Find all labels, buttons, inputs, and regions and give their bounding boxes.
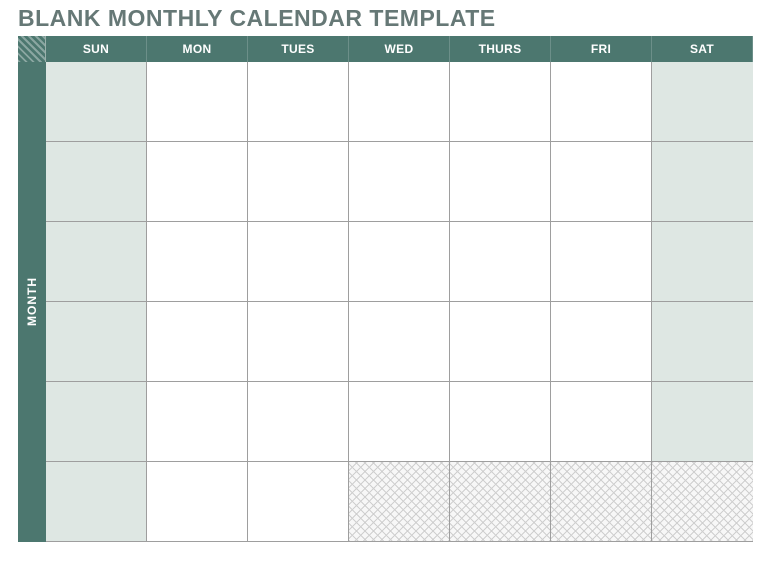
- calendar-cell: [147, 62, 248, 142]
- calendar-cell: [450, 302, 551, 382]
- calendar-cell: [551, 462, 652, 542]
- calendar-cell: [248, 462, 349, 542]
- calendar-cell: [551, 222, 652, 302]
- day-header-thurs: THURS: [450, 36, 551, 62]
- day-header-mon: MON: [147, 36, 248, 62]
- calendar-cell: [248, 62, 349, 142]
- calendar-cell: [450, 462, 551, 542]
- calendar-cell: [450, 142, 551, 222]
- corner-cell: [18, 36, 46, 62]
- calendar-cell: [551, 62, 652, 142]
- day-header-wed: WED: [349, 36, 450, 62]
- day-header-sun: SUN: [46, 36, 147, 62]
- calendar-cell: [652, 382, 753, 462]
- calendar-cell: [349, 302, 450, 382]
- calendar-template: BLANK MONTHLY CALENDAR TEMPLATE SUNMONTU…: [0, 0, 772, 554]
- calendar-cell: [551, 382, 652, 462]
- calendar-cell: [652, 302, 753, 382]
- calendar-cell: [46, 62, 147, 142]
- calendar-cell: [450, 382, 551, 462]
- day-header-fri: FRI: [551, 36, 652, 62]
- calendar-cell: [652, 142, 753, 222]
- day-header-tues: TUES: [248, 36, 349, 62]
- calendar-cell: [349, 62, 450, 142]
- calendar-cell: [652, 462, 753, 542]
- calendar-cell: [46, 222, 147, 302]
- calendar-cell: [248, 382, 349, 462]
- calendar-cell: [147, 382, 248, 462]
- month-label: MONTH: [18, 62, 46, 542]
- day-header-sat: SAT: [652, 36, 753, 62]
- calendar-cell: [46, 462, 147, 542]
- calendar-cell: [652, 222, 753, 302]
- calendar-cell: [551, 142, 652, 222]
- calendar-cell: [349, 382, 450, 462]
- calendar-cell: [349, 222, 450, 302]
- calendar-cell: [147, 302, 248, 382]
- calendar-cell: [551, 302, 652, 382]
- calendar-cell: [248, 142, 349, 222]
- calendar-cell: [46, 142, 147, 222]
- calendar-cell: [349, 142, 450, 222]
- calendar-grid: SUNMONTUESWEDTHURSFRISAT MONTH: [18, 36, 753, 542]
- calendar-cell: [46, 382, 147, 462]
- calendar-cell: [450, 62, 551, 142]
- calendar-cell: [450, 222, 551, 302]
- calendar-cell: [349, 462, 450, 542]
- calendar-cell: [652, 62, 753, 142]
- calendar-cell: [147, 142, 248, 222]
- calendar-cell: [147, 222, 248, 302]
- calendar-cell: [248, 302, 349, 382]
- calendar-cell: [248, 222, 349, 302]
- page-title: BLANK MONTHLY CALENDAR TEMPLATE: [18, 5, 760, 32]
- calendar-cell: [147, 462, 248, 542]
- calendar-cell: [46, 302, 147, 382]
